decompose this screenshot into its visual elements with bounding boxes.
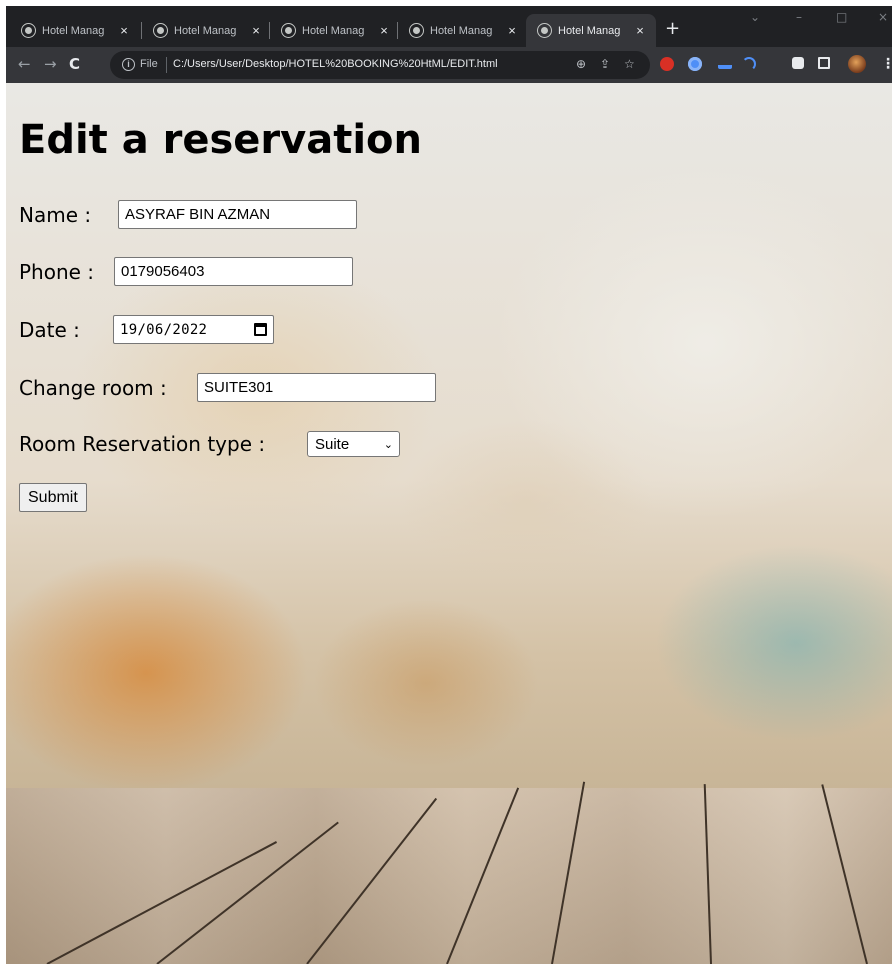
tab-close-icon[interactable]: × — [376, 23, 392, 38]
blue-search-extension-icon[interactable] — [688, 57, 702, 71]
profile-avatar-icon[interactable] — [848, 55, 866, 73]
page-viewport: Edit a reservation Name : ASYRAF BIN AZM… — [6, 83, 892, 964]
tab-title: Hotel Manag — [558, 24, 621, 37]
date-value: 19/06/2022 — [120, 321, 208, 338]
star-icon[interactable]: ☆ — [624, 57, 635, 71]
tab-5-active[interactable]: Hotel Manag × — [526, 14, 656, 47]
address-separator — [166, 57, 167, 73]
floor-plank-line — [306, 797, 438, 964]
sidepanel-icon[interactable] — [818, 57, 830, 69]
page-title: Edit a reservation — [19, 117, 423, 163]
floor-plank-line — [551, 781, 586, 964]
room-type-value: Suite — [315, 435, 350, 453]
tab-search-icon[interactable]: ⌄ — [750, 10, 760, 24]
red-shield-extension-icon[interactable] — [660, 57, 674, 71]
calendar-icon[interactable] — [254, 323, 267, 336]
tab-1[interactable]: Hotel Manag × — [10, 14, 140, 47]
tab-3[interactable]: Hotel Manag × — [270, 14, 400, 47]
info-icon[interactable]: i — [122, 58, 135, 71]
tab-4[interactable]: Hotel Manag × — [398, 14, 528, 47]
room-label: Change room : — [19, 375, 167, 400]
floor-plank-line — [821, 784, 868, 964]
close-window-button[interactable]: × — [878, 10, 888, 24]
phone-row: Phone : 0179056403 — [19, 257, 353, 286]
submit-button[interactable]: Submit — [19, 483, 87, 512]
floor-plank-line — [46, 841, 278, 964]
date-row: Date : 19/06/2022 — [19, 315, 274, 344]
tab-title: Hotel Manag — [430, 24, 493, 37]
tab-title: Hotel Manag — [302, 24, 365, 37]
chevron-down-icon: ⌄ — [383, 437, 393, 451]
menu-icon[interactable]: ⋮ — [881, 56, 892, 72]
forward-button[interactable]: → — [44, 55, 57, 73]
url-text[interactable]: C:/Users/User/Desktop/HOTEL%20BOOKING%20… — [173, 58, 498, 70]
phone-input[interactable]: 0179056403 — [114, 257, 353, 286]
floor-plank-line — [446, 787, 520, 964]
browser-toolbar: ← → C i File C:/Users/User/Desktop/HOTEL… — [6, 47, 892, 83]
share-icon[interactable]: ⇪ — [600, 57, 610, 71]
tab-title: Hotel Manag — [174, 24, 237, 37]
tab-close-icon[interactable]: × — [632, 23, 648, 38]
tab-title: Hotel Manag — [42, 24, 105, 37]
date-input[interactable]: 19/06/2022 — [113, 315, 274, 344]
globe-icon — [154, 24, 167, 37]
tab-2[interactable]: Hotel Manag × — [142, 14, 272, 47]
floor-plank-line — [156, 821, 339, 964]
floor-plank-line — [703, 784, 712, 964]
tab-close-icon[interactable]: × — [504, 23, 520, 38]
reload-button[interactable]: C — [69, 55, 80, 73]
globe-icon — [282, 24, 295, 37]
room-input[interactable]: SUITE301 — [197, 373, 436, 402]
room-type-label: Room Reservation type : — [19, 432, 266, 456]
globe-icon — [22, 24, 35, 37]
minimize-button[interactable]: – — [796, 10, 802, 24]
room-type-select[interactable]: Suite ⌄ — [307, 431, 400, 457]
puzzle-extensions-icon[interactable] — [792, 57, 804, 69]
pen-extension-icon[interactable] — [718, 57, 732, 69]
date-label: Date : — [19, 317, 80, 342]
back-button[interactable]: ← — [18, 55, 31, 73]
address-bar[interactable]: i File C:/Users/User/Desktop/HOTEL%20BOO… — [110, 51, 650, 79]
wooden-floor-background — [6, 781, 892, 964]
audio-extension-icon[interactable] — [742, 57, 756, 71]
room-type-row: Room Reservation type : Suite ⌄ — [19, 431, 400, 457]
name-label: Name : — [19, 202, 92, 227]
scheme-label: File — [140, 58, 158, 70]
zoom-icon[interactable]: ⊕ — [576, 57, 586, 71]
globe-icon — [538, 24, 551, 37]
name-row: Name : ASYRAF BIN AZMAN — [19, 200, 357, 229]
tab-close-icon[interactable]: × — [116, 23, 132, 38]
name-input[interactable]: ASYRAF BIN AZMAN — [118, 200, 357, 229]
phone-label: Phone : — [19, 259, 95, 284]
maximize-button[interactable]: □ — [836, 10, 847, 24]
room-row: Change room : SUITE301 — [19, 373, 436, 402]
tab-strip: Hotel Manag × Hotel Manag × Hotel Manag … — [6, 6, 892, 47]
new-tab-button[interactable]: + — [665, 20, 680, 38]
browser-window: Hotel Manag × Hotel Manag × Hotel Manag … — [6, 6, 892, 964]
tab-close-icon[interactable]: × — [248, 23, 264, 38]
globe-icon — [410, 24, 423, 37]
